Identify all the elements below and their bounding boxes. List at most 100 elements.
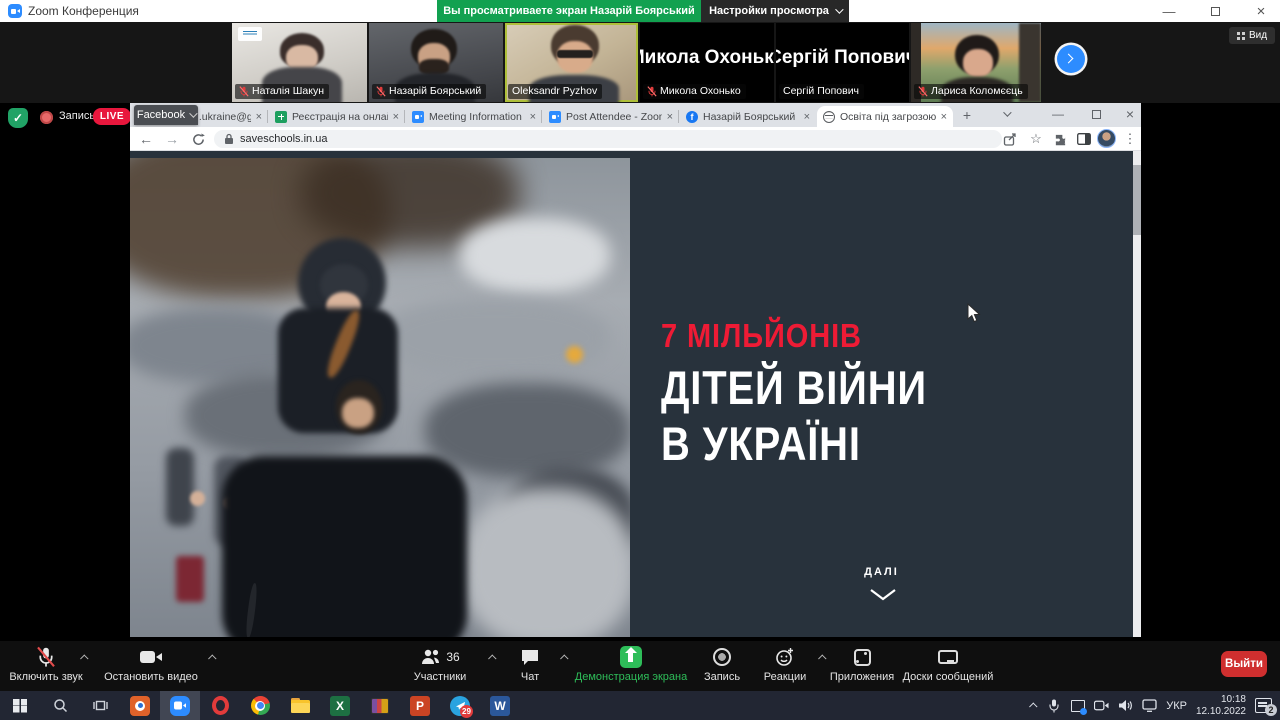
tray-camera-icon[interactable] [1094,698,1109,713]
new-tab-button[interactable]: + [958,106,976,124]
excel-taskbar-button[interactable]: X [320,691,360,720]
forward-button[interactable]: → [162,130,182,148]
check-icon: ✓ [13,111,23,125]
opera-taskbar-button[interactable] [200,691,240,720]
whiteboards-button[interactable]: Доски сообщений [898,645,998,683]
tab-close-icon[interactable]: × [804,111,810,123]
reactions-button[interactable]: Реакции [754,645,816,683]
browser-minimize-button[interactable]: — [1046,104,1070,124]
browser-restore-button[interactable] [1084,104,1108,124]
unmute-button[interactable]: Включить звук [0,645,92,683]
bookmark-button[interactable]: ☆ [1026,130,1046,148]
plus-icon: + [963,107,971,123]
chat-button[interactable]: Чат [502,645,558,683]
heading-main: ДІТЕЙ ВІЙНИ В УКРАЇНІ [661,360,927,472]
tab-title: Назарій Боярський | [703,111,799,123]
tray-clock[interactable]: 10:18 12.10.2022 [1196,694,1246,718]
browser-profile-avatar[interactable] [1097,129,1116,148]
tray-display-icon[interactable] [1142,698,1157,713]
participant-tile[interactable]: Наталія Шакун [232,23,367,102]
chevron-down-icon [189,109,197,117]
participant-tile[interactable]: Лариса Коломєєць [911,23,1041,102]
tab-sheets[interactable]: Реєстрація на онлайн × [269,106,405,127]
chrome-taskbar-button[interactable] [240,691,280,720]
tray-remote-window-icon[interactable] [1070,698,1085,713]
next-participants-button[interactable] [1057,45,1085,73]
tray-volume-icon[interactable] [1118,698,1133,713]
minimize-button[interactable]: — [1152,0,1186,22]
share-screen-button[interactable]: Демонстрация экрана [572,645,690,683]
tray-expand-caret[interactable] [1029,702,1037,710]
reactions-icon [775,647,795,667]
page-scrollbar-thumb[interactable] [1133,165,1141,235]
start-button[interactable] [0,691,40,720]
faststone-capture-button[interactable] [120,691,160,720]
maximize-button[interactable] [1198,0,1232,22]
opera-icon [212,696,229,715]
participant-tile[interactable]: Назарій Боярський [369,23,503,102]
zoom-taskbar-button[interactable] [160,691,200,720]
tab-close-icon[interactable]: × [530,111,536,123]
close-icon: × [1257,3,1266,20]
side-panel-button[interactable] [1074,130,1094,148]
tray-mic-icon[interactable] [1046,698,1061,713]
view-layout-button[interactable]: Вид [1229,27,1275,44]
leave-meeting-button[interactable]: Выйти [1221,651,1267,677]
webpage-content: EN 7 МІЛЬЙОНІВ ДІТЕЙ ВІЙНИ В УКРАЇНІ ДАЛ… [130,151,1133,637]
word-taskbar-button[interactable]: W [480,691,520,720]
word-icon: W [490,696,510,716]
participant-name: Лариса Коломєєць [931,85,1023,97]
task-view-button[interactable] [80,691,120,720]
star-icon: ☆ [1030,131,1042,147]
tab-search-button[interactable] [994,104,1018,124]
photo-cars [425,383,630,478]
chevron-right-icon [1064,54,1074,64]
participants-button[interactable]: 36 Участники [392,645,488,683]
tab-meeting-information[interactable]: Meeting Information × [406,106,542,127]
telegram-taskbar-button[interactable]: 29 [440,691,480,720]
task-view-icon [93,698,108,713]
chevron-down-icon [835,5,843,13]
view-label: Вид [1249,30,1267,41]
browser-menu-button[interactable]: ⋮ [1120,130,1140,148]
facebook-tab-overlay[interactable]: Facebook [134,105,198,125]
next-section-label[interactable]: ДАЛІ [630,566,1133,578]
file-explorer-button[interactable] [280,691,320,720]
scroll-down-chevron-icon[interactable] [869,588,897,602]
close-button[interactable]: × [1244,0,1278,22]
zoom-icon [170,696,190,716]
security-shield-icon[interactable]: ✓ [8,108,28,128]
share-page-button[interactable] [1000,130,1020,148]
toolbar-label: Демонстрация экрана [572,671,690,683]
tab-post-attendee[interactable]: Post Attendee - Zoom × [543,106,679,127]
record-button[interactable]: Запись [694,645,750,683]
language-indicator[interactable]: УКР [1166,700,1187,712]
tab-close-icon[interactable]: × [256,111,262,123]
view-settings-button[interactable]: Настройки просмотра [701,0,849,22]
tab-close-icon[interactable]: × [941,111,947,123]
reload-button[interactable] [188,130,208,148]
tab-facebook[interactable]: f Назарій Боярський | × [680,106,816,127]
tray-time: 10:18 [1221,694,1246,705]
powerpoint-taskbar-button[interactable]: P [400,691,440,720]
browser-close-button[interactable]: × [1118,104,1142,124]
taskbar-search-button[interactable] [40,691,80,720]
leave-label: Выйти [1225,658,1263,670]
tab-title: Meeting Information [429,111,525,123]
notification-center-icon[interactable]: 2 [1255,698,1272,713]
powerpoint-icon: P [410,696,430,716]
stop-video-button[interactable]: Остановить видео [96,645,206,683]
facebook-favicon: f [686,111,698,123]
participant-tile[interactable]: Микола Охонько Микола Охонько [640,23,774,102]
participant-tile-active-speaker[interactable]: Oleksandr Pyzhov [505,23,638,102]
apps-button[interactable]: Приложения [826,645,898,683]
extensions-button[interactable] [1050,130,1070,148]
heading-accent: 7 МІЛЬЙОНІВ [661,317,862,355]
tab-active-osvita[interactable]: Освіта під загрозою × [817,106,953,127]
tab-close-icon[interactable]: × [667,111,673,123]
url-field[interactable]: saveschools.in.ua [214,130,1002,148]
winrar-taskbar-button[interactable] [360,691,400,720]
back-button[interactable]: ← [136,130,156,148]
participant-tile[interactable]: Сергій Попович Сергій Попович [776,23,909,102]
tab-close-icon[interactable]: × [393,111,399,123]
